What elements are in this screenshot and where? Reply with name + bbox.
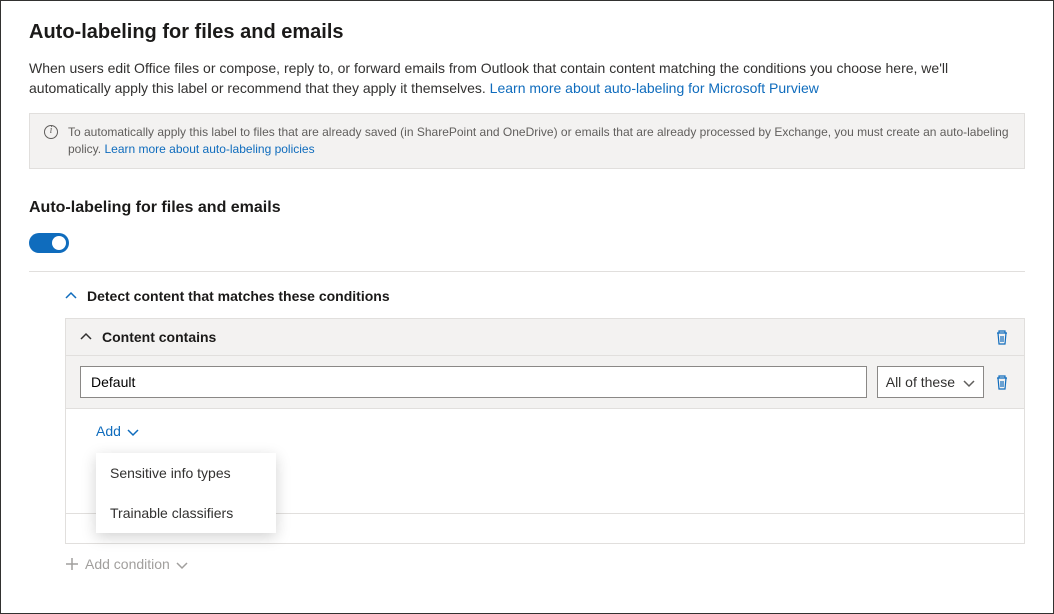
delete-group-button[interactable] xyxy=(994,374,1010,390)
info-link[interactable]: Learn more about auto-labeling policies xyxy=(104,142,314,156)
accordion-title-text: Detect content that matches these condit… xyxy=(87,288,390,304)
content-group-row: All of these xyxy=(66,355,1024,408)
divider xyxy=(29,271,1025,272)
page-title: Auto-labeling for files and emails xyxy=(29,21,1025,44)
info-text: To automatically apply this label to fil… xyxy=(68,124,1010,159)
chevron-down-icon xyxy=(963,376,975,388)
conditions-accordion-header[interactable]: Detect content that matches these condit… xyxy=(65,288,1025,304)
add-dropdown-menu: Sensitive info types Trainable classifie… xyxy=(96,453,276,533)
group-name-input[interactable] xyxy=(80,366,867,398)
autolabel-toggle[interactable] xyxy=(29,233,69,253)
add-button[interactable]: Add xyxy=(66,409,169,453)
chevron-up-icon xyxy=(80,331,92,343)
page-description: When users edit Office files or compose,… xyxy=(29,58,1025,99)
chevron-down-icon xyxy=(127,425,139,437)
content-contains-title: Content contains xyxy=(102,329,984,345)
chevron-up-icon xyxy=(65,290,77,302)
section-title: Auto-labeling for files and emails xyxy=(29,199,1025,217)
info-callout: i To automatically apply this label to f… xyxy=(29,113,1025,170)
operator-select[interactable]: All of these xyxy=(877,366,984,398)
plus-icon xyxy=(65,557,79,571)
add-condition-button[interactable]: Add condition xyxy=(65,556,188,572)
content-group-body: Add Sensitive info types Trainable class… xyxy=(66,408,1024,543)
chevron-down-icon xyxy=(176,558,188,570)
learn-more-link[interactable]: Learn more about auto-labeling for Micro… xyxy=(490,80,819,96)
content-contains-header[interactable]: Content contains xyxy=(66,319,1024,355)
delete-condition-button[interactable] xyxy=(994,329,1010,345)
menu-item-trainable-classifiers[interactable]: Trainable classifiers xyxy=(96,493,276,533)
add-condition-label: Add condition xyxy=(85,556,170,572)
operator-value: All of these xyxy=(886,374,955,390)
menu-item-sensitive-info-types[interactable]: Sensitive info types xyxy=(96,453,276,493)
content-contains-panel: Content contains All of these Add xyxy=(65,318,1025,544)
add-label: Add xyxy=(96,423,121,439)
info-icon: i xyxy=(44,125,58,139)
